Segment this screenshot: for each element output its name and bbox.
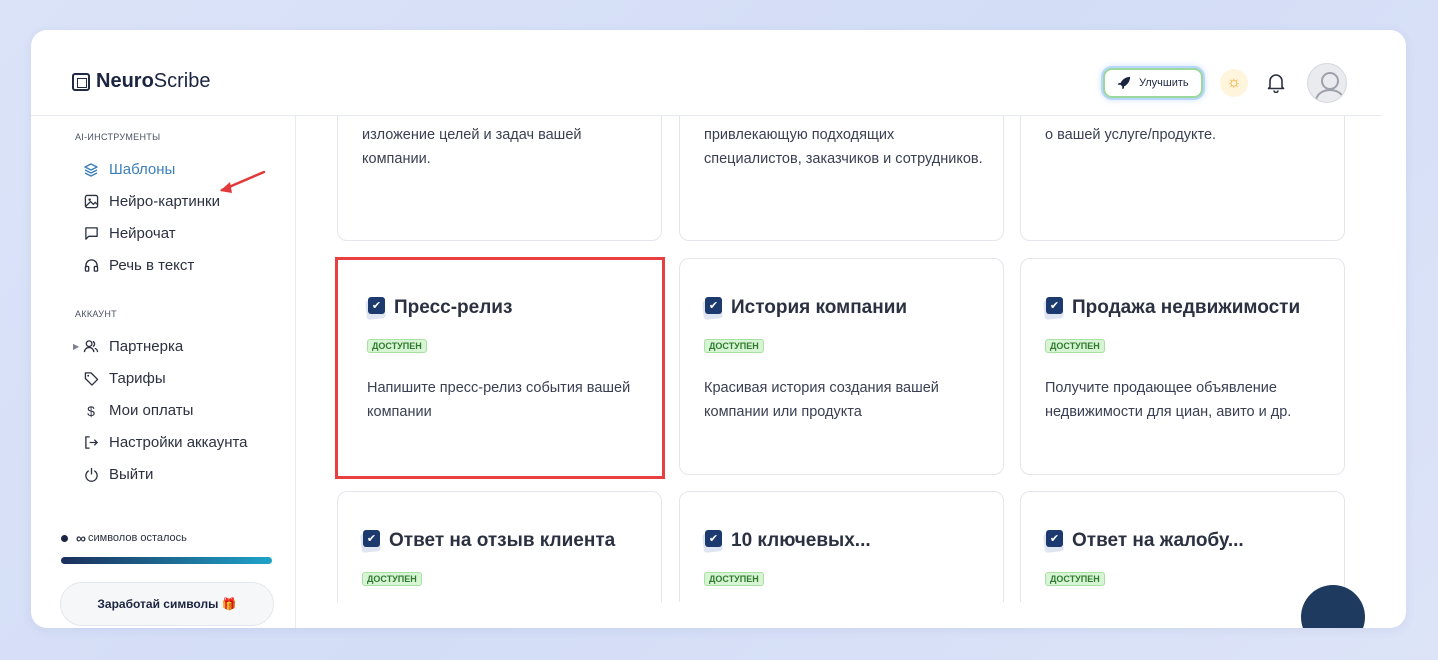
card-title: ✔ Ответ на жалобу... [1043,530,1244,553]
checkbox-document-icon: ✔ [702,530,725,553]
template-card[interactable]: привлекающую подходящих специалистов, за… [679,116,1004,241]
card-title-text: 10 ключевых... [731,530,871,551]
chat-icon [83,226,99,242]
caret-right-icon: ▶ [73,342,80,351]
card-title-text: Пресс-релиз [394,297,513,318]
sidebar-item-logout[interactable]: Выйти [83,466,153,483]
checkbox-document-icon: ✔ [702,297,725,320]
checkbox-document-icon: ✔ [1043,297,1066,320]
sidebar-item-label: Настройки аккаунта [109,434,248,451]
template-card-review-reply[interactable]: ✔ Ответ на отзыв клиента доступен [337,491,662,602]
card-title: ✔ Ответ на отзыв клиента [360,530,616,553]
card-title: ✔ История компании [702,297,908,320]
template-card[interactable]: изложение целей и задач вашей компании. [337,116,662,241]
logout-arrow-icon [83,435,99,451]
logo[interactable]: NeuroScribe [72,70,211,93]
theme-toggle-sun-icon[interactable]: ☼ [1220,69,1248,97]
card-description: Красивая история создания вашей компании… [704,380,939,420]
rocket-icon [1117,76,1131,90]
status-badge: доступен [1045,572,1105,586]
card-title: ✔ Продажа недвижимости [1043,297,1301,320]
template-card-complaint-reply[interactable]: ✔ Ответ на жалобу... доступен [1020,491,1345,602]
checkbox-document-icon: ✔ [365,297,388,320]
power-icon [83,467,99,483]
section-title-account: АККАУНТ [75,309,117,319]
logo-bold: Neuro [96,70,154,92]
logo-light: Scribe [153,70,211,92]
template-card-press-release[interactable]: ✔ Пресс-релиз доступен Напишите пресс-ре… [335,257,665,479]
image-icon [83,194,99,210]
template-card-real-estate[interactable]: ✔ Продажа недвижимости доступен Получите… [1020,258,1345,475]
card-title-text: История компании [731,297,908,318]
annotation-arrow [220,170,266,193]
card-title: ✔ Пресс-релиз [365,297,513,320]
card-description: привлекающую подходящих специалистов, за… [704,127,983,167]
symbols-infinity: ∞ [76,530,86,546]
status-badge: доступен [1045,339,1105,353]
section-title-ai-tools: AI-ИНСТРУМЕНТЫ [75,132,161,142]
sidebar-item-label: Партнерка [109,338,184,355]
symbols-remaining: ∞ символов осталось [61,530,187,546]
card-description: изложение целей и задач вашей компании. [362,127,582,167]
sidebar-item-payments[interactable]: $ Мои оплаты [83,402,193,419]
sidebar-item-account-settings[interactable]: Настройки аккаунта [83,434,248,451]
sidebar-item-label: Шаблоны [109,161,176,178]
tag-icon [83,371,99,387]
card-description: Напишите пресс-релиз события вашей компа… [367,380,631,420]
card-title: ✔ 10 ключевых... [702,530,871,553]
upgrade-label: Улучшить [1139,77,1189,89]
status-badge: доступен [362,572,422,586]
headphones-icon [83,258,99,274]
templates-grid: изложение целей и задач вашей компании. … [297,116,1381,602]
sidebar-item-partner[interactable]: ▶ Партнерка [73,338,184,355]
sidebar-item-neurochat[interactable]: Нейрочат [83,225,176,242]
card-description: о вашей услуге/продукте. [1045,127,1217,143]
sidebar-item-templates[interactable]: Шаблоны [83,161,175,178]
card-title-text: Ответ на отзыв клиента [389,530,616,551]
checkbox-document-icon: ✔ [1043,530,1066,553]
users-icon [83,339,99,355]
sidebar-item-tariffs[interactable]: Тарифы [83,370,166,387]
symbols-text: символов осталось [87,532,187,544]
sidebar-item-label: Тарифы [109,370,166,387]
template-card-company-history[interactable]: ✔ История компании доступен Красивая ист… [679,258,1004,475]
earn-symbols-button[interactable]: Заработай символы 🎁 [60,582,274,626]
checkbox-document-icon: ✔ [360,530,383,553]
sidebar-item-neuro-images[interactable]: Нейро-картинки [83,193,220,210]
status-badge: доступен [704,339,764,353]
card-description: Получите продающее объявление недвижимос… [1045,380,1292,420]
template-card[interactable]: о вашей услуге/продукте. [1020,116,1345,241]
card-title-text: Ответ на жалобу... [1072,530,1244,551]
sidebar-item-label: Мои оплаты [109,402,194,419]
status-badge: доступен [704,572,764,586]
sidebar-item-label: Выйти [109,466,154,483]
logo-icon [72,72,90,91]
template-card-ten-key[interactable]: ✔ 10 ключевых... доступен [679,491,1004,602]
sidebar-item-speech-to-text[interactable]: Речь в текст [83,257,194,274]
sidebar-item-label: Речь в текст [109,257,195,274]
status-badge: доступен [367,339,427,353]
card-title-text: Продажа недвижимости [1072,297,1301,318]
sidebar-item-label: Нейрочат [109,225,176,242]
symbols-progress-bar [61,557,272,564]
notification-bell-icon[interactable] [1264,71,1288,95]
status-dot [61,534,68,542]
top-bar: NeuroScribe Улучшить ☼ [31,30,1381,116]
dollar-icon: $ [87,402,95,419]
avatar[interactable] [1307,63,1347,103]
layers-icon [83,162,99,178]
upgrade-button[interactable]: Улучшить [1103,68,1203,98]
sidebar-item-label: Нейро-картинки [109,193,220,210]
app-window: NeuroScribe Улучшить ☼ AI-ИНСТРУМЕНТЫ Ша… [31,30,1406,628]
